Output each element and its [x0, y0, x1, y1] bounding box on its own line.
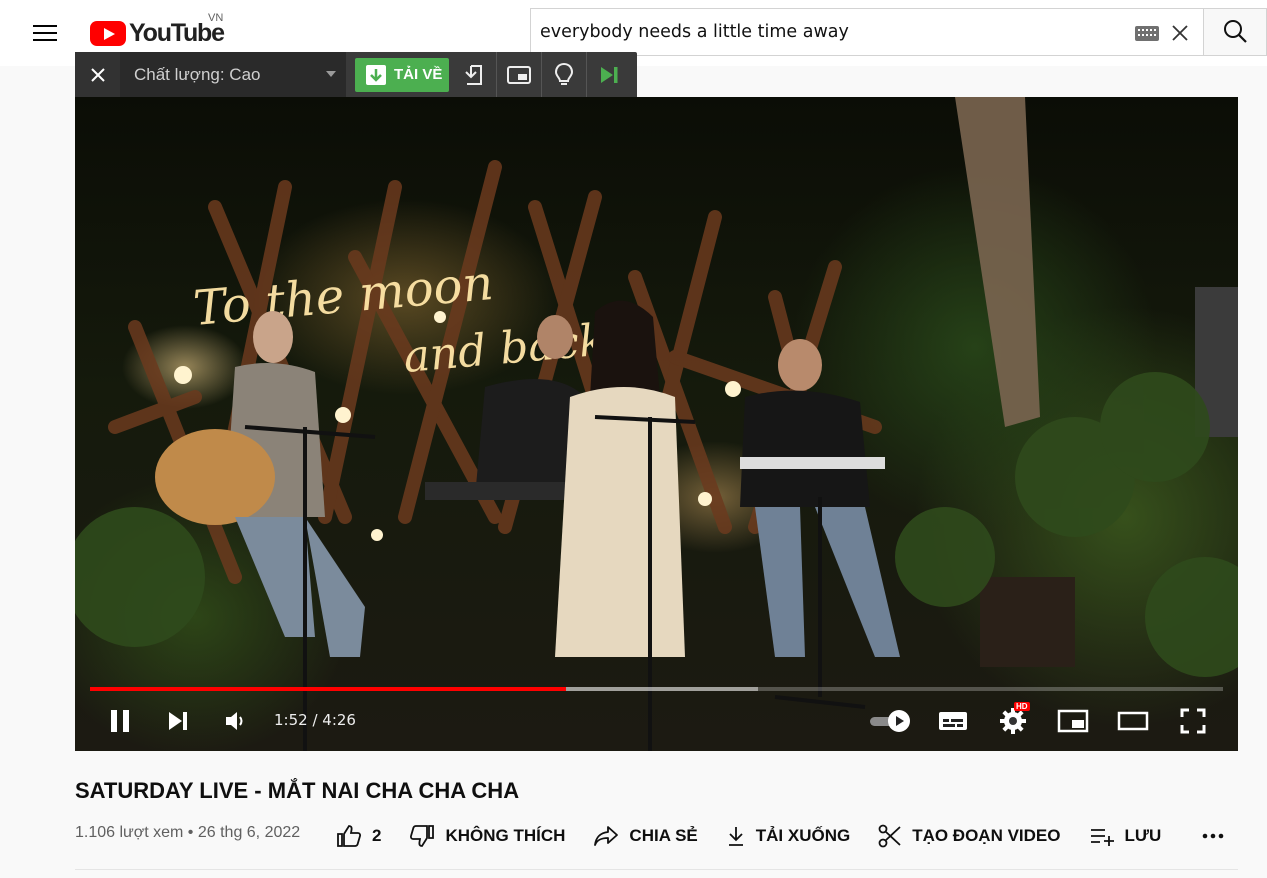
- dislike-label: KHÔNG THÍCH: [445, 826, 566, 845]
- like-count: 2: [372, 826, 382, 845]
- save-button[interactable]: LƯU: [1089, 826, 1162, 846]
- divider: [75, 869, 1238, 870]
- clear-search-icon[interactable]: [1169, 22, 1191, 44]
- fullscreen-icon: [1180, 708, 1206, 734]
- search-icon: [1224, 20, 1247, 43]
- country-code: VN: [208, 12, 224, 24]
- progress-played: [90, 687, 566, 691]
- miniplayer-icon: [1057, 709, 1089, 733]
- clip-button[interactable]: TẠO ĐOẠN VIDEO: [878, 824, 1061, 848]
- theater-mode-icon: [1117, 711, 1149, 731]
- more-actions-icon[interactable]: [1200, 826, 1226, 846]
- video-title: SATURDAY LIVE - MẮT NAI CHA CHA CHA: [75, 778, 520, 803]
- action-bar: 2 KHÔNG THÍCH CHIA SẺ TẢI XUỐNG TẠO ĐOẠN…: [336, 818, 1189, 854]
- download-button[interactable]: TẢI XUỐNG: [726, 825, 850, 847]
- download-arrow-icon: [366, 64, 386, 85]
- youtube-logo[interactable]: YouTube VN: [90, 12, 225, 48]
- close-toolbar-button[interactable]: [75, 52, 120, 97]
- skip-next-icon: [601, 66, 618, 83]
- pause-icon: [111, 710, 129, 732]
- next-icon: [169, 712, 187, 730]
- download-toolbar: Chất lượng: Cao TẢI VỀ: [75, 52, 637, 97]
- download-icon: [728, 827, 743, 846]
- pause-button[interactable]: [103, 701, 137, 741]
- volume-button[interactable]: [218, 701, 252, 741]
- miniplayer-button[interactable]: [1053, 701, 1093, 741]
- time-display: 1:52 / 4:26: [274, 711, 356, 729]
- youtube-play-icon: [90, 20, 126, 46]
- video-views-date: 1.106 lượt xem • 26 thg 6, 2022: [75, 824, 301, 841]
- download-label: TẢI XUỐNG: [755, 826, 851, 845]
- save-label: LƯU: [1124, 826, 1162, 845]
- dislike-button[interactable]: KHÔNG THÍCH: [409, 824, 565, 848]
- autoplay-toggle[interactable]: [865, 701, 915, 741]
- share-icon: [594, 826, 619, 846]
- subtitles-button[interactable]: [935, 701, 971, 741]
- progress-bar[interactable]: [90, 687, 1223, 691]
- keyboard-icon[interactable]: [1135, 26, 1159, 41]
- volume-icon: [226, 712, 243, 730]
- like-button[interactable]: 2: [336, 824, 381, 848]
- video-player[interactable]: To the moon and back 1:52 / 4:26 HD: [75, 97, 1238, 751]
- subtitles-icon: [939, 712, 967, 730]
- quality-select[interactable]: Chất lượng: Cao: [120, 52, 346, 97]
- lights-off-button[interactable]: [541, 52, 586, 97]
- popup-player-icon: [507, 65, 531, 84]
- save-to-device-icon: [464, 64, 482, 85]
- save-to-device-button[interactable]: [451, 52, 496, 97]
- player-controls: 1:52 / 4:26 HD: [75, 701, 1238, 741]
- thumbs-up-icon: [337, 825, 362, 847]
- popup-player-button[interactable]: [496, 52, 541, 97]
- playlist-add-icon: [1090, 829, 1114, 846]
- gear-icon: [1000, 708, 1026, 734]
- settings-button[interactable]: HD: [995, 701, 1031, 741]
- close-icon: [90, 67, 105, 82]
- video-frame: To the moon and back: [75, 97, 1238, 751]
- toolbar-download-button[interactable]: TẢI VỀ: [355, 57, 449, 92]
- svg-text:and back: and back: [402, 315, 608, 383]
- lightbulb-icon: [554, 62, 574, 85]
- chevron-down-icon: [326, 71, 336, 77]
- theater-mode-button[interactable]: [1113, 701, 1153, 741]
- thumbs-down-icon: [410, 825, 435, 847]
- search-input[interactable]: everybody needs a little time away: [540, 22, 849, 42]
- quality-label: Chất lượng: Cao: [134, 64, 261, 84]
- toolbar-download-label: TẢI VỀ: [394, 66, 443, 83]
- fullscreen-button[interactable]: [1173, 701, 1213, 741]
- scissors-icon: [878, 824, 901, 848]
- autoplay-icon: [870, 710, 910, 732]
- menu-icon[interactable]: [30, 20, 60, 46]
- clip-label: TẠO ĐOẠN VIDEO: [912, 826, 1061, 845]
- next-button[interactable]: [161, 701, 195, 741]
- search-box[interactable]: everybody needs a little time away: [530, 8, 1204, 56]
- share-button[interactable]: CHIA SẺ: [593, 825, 698, 847]
- autoplay-next-button[interactable]: [586, 52, 631, 97]
- search-button[interactable]: [1203, 8, 1267, 56]
- hd-badge: HD: [1014, 702, 1030, 711]
- share-label: CHIA SẺ: [629, 826, 698, 845]
